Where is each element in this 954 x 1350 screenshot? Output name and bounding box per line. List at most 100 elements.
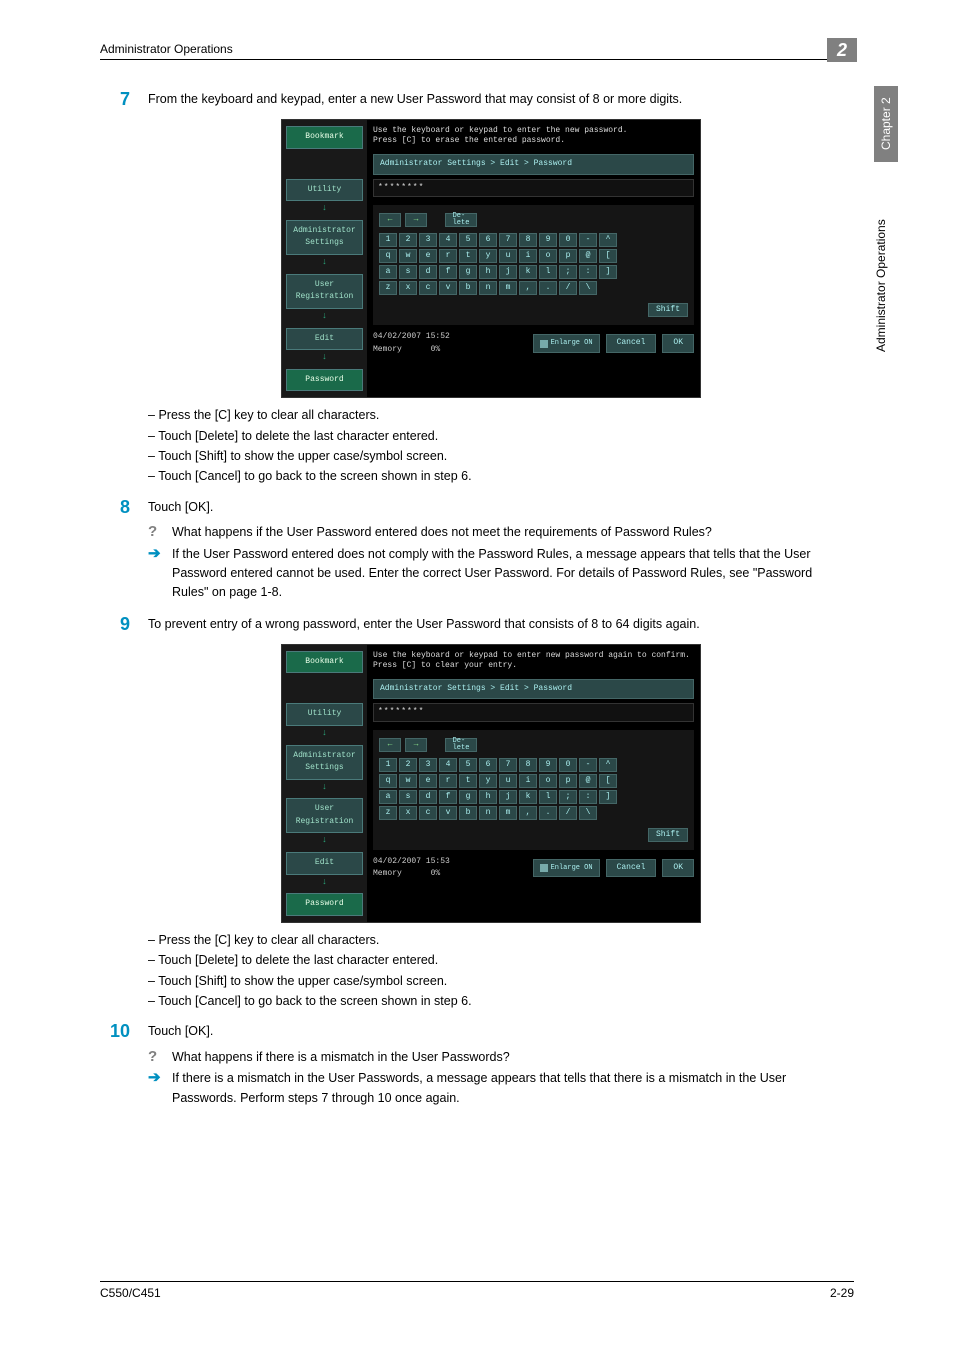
key[interactable]: ] bbox=[599, 265, 617, 279]
key[interactable]: 8 bbox=[519, 233, 537, 247]
key[interactable]: b bbox=[459, 281, 477, 295]
nav-admin-settings-button[interactable]: Administrator Settings bbox=[286, 745, 363, 780]
key[interactable]: f bbox=[439, 265, 457, 279]
delete-key[interactable]: De- lete bbox=[445, 738, 477, 752]
key[interactable]: w bbox=[399, 774, 417, 788]
key[interactable]: 6 bbox=[479, 233, 497, 247]
key[interactable]: 4 bbox=[439, 233, 457, 247]
cursor-right-key[interactable]: → bbox=[405, 213, 427, 227]
key[interactable]: 9 bbox=[539, 758, 557, 772]
key[interactable]: y bbox=[479, 774, 497, 788]
key[interactable]: 5 bbox=[459, 233, 477, 247]
key[interactable]: g bbox=[459, 265, 477, 279]
key[interactable]: \ bbox=[579, 281, 597, 295]
key[interactable]: a bbox=[379, 265, 397, 279]
key[interactable]: e bbox=[419, 249, 437, 263]
key[interactable]: : bbox=[579, 790, 597, 804]
key[interactable]: 7 bbox=[499, 758, 517, 772]
key[interactable]: a bbox=[379, 790, 397, 804]
key[interactable]: / bbox=[559, 281, 577, 295]
key[interactable]: j bbox=[499, 265, 517, 279]
key[interactable]: 2 bbox=[399, 758, 417, 772]
key[interactable]: 5 bbox=[459, 758, 477, 772]
nav-bookmark-button[interactable]: Bookmark bbox=[286, 126, 363, 148]
ok-button[interactable]: OK bbox=[662, 334, 694, 352]
nav-user-registration-button[interactable]: User Registration bbox=[286, 798, 363, 833]
key[interactable]: 1 bbox=[379, 233, 397, 247]
key[interactable]: \ bbox=[579, 806, 597, 820]
key[interactable]: q bbox=[379, 774, 397, 788]
shift-key[interactable]: Shift bbox=[648, 828, 688, 842]
nav-admin-settings-button[interactable]: Administrator Settings bbox=[286, 220, 363, 255]
nav-utility-button[interactable]: Utility bbox=[286, 703, 363, 725]
shift-key[interactable]: Shift bbox=[648, 303, 688, 317]
key[interactable]: , bbox=[519, 281, 537, 295]
nav-utility-button[interactable]: Utility bbox=[286, 179, 363, 201]
key[interactable]: k bbox=[519, 265, 537, 279]
key[interactable]: h bbox=[479, 790, 497, 804]
key[interactable]: ; bbox=[559, 790, 577, 804]
nav-edit-button[interactable]: Edit bbox=[286, 852, 363, 874]
key[interactable]: o bbox=[539, 249, 557, 263]
cursor-right-key[interactable]: → bbox=[405, 738, 427, 752]
key[interactable]: t bbox=[459, 774, 477, 788]
key[interactable]: p bbox=[559, 774, 577, 788]
key[interactable]: x bbox=[399, 806, 417, 820]
key[interactable]: - bbox=[579, 233, 597, 247]
key[interactable]: s bbox=[399, 265, 417, 279]
key[interactable]: p bbox=[559, 249, 577, 263]
key[interactable]: ^ bbox=[599, 758, 617, 772]
key[interactable]: n bbox=[479, 806, 497, 820]
key[interactable]: r bbox=[439, 249, 457, 263]
key[interactable]: m bbox=[499, 281, 517, 295]
password-input[interactable]: ******** bbox=[373, 179, 694, 197]
key[interactable]: w bbox=[399, 249, 417, 263]
key[interactable]: i bbox=[519, 774, 537, 788]
key[interactable]: / bbox=[559, 806, 577, 820]
key[interactable]: m bbox=[499, 806, 517, 820]
key[interactable]: u bbox=[499, 249, 517, 263]
delete-key[interactable]: De- lete bbox=[445, 213, 477, 227]
key[interactable]: 0 bbox=[559, 233, 577, 247]
key[interactable]: 7 bbox=[499, 233, 517, 247]
nav-password-button[interactable]: Password bbox=[286, 369, 363, 391]
key[interactable]: f bbox=[439, 790, 457, 804]
key[interactable]: z bbox=[379, 281, 397, 295]
key[interactable]: q bbox=[379, 249, 397, 263]
key[interactable]: 3 bbox=[419, 758, 437, 772]
nav-user-registration-button[interactable]: User Registration bbox=[286, 274, 363, 309]
key[interactable]: g bbox=[459, 790, 477, 804]
key[interactable]: , bbox=[519, 806, 537, 820]
key[interactable]: ; bbox=[559, 265, 577, 279]
key[interactable]: [ bbox=[599, 249, 617, 263]
key[interactable]: 2 bbox=[399, 233, 417, 247]
key[interactable]: n bbox=[479, 281, 497, 295]
password-input[interactable]: ******** bbox=[373, 703, 694, 721]
cursor-left-key[interactable]: ← bbox=[379, 213, 401, 227]
key[interactable]: s bbox=[399, 790, 417, 804]
key[interactable]: 9 bbox=[539, 233, 557, 247]
key[interactable]: c bbox=[419, 281, 437, 295]
key[interactable]: 0 bbox=[559, 758, 577, 772]
key[interactable]: @ bbox=[579, 249, 597, 263]
key[interactable]: e bbox=[419, 774, 437, 788]
key[interactable]: . bbox=[539, 281, 557, 295]
key[interactable]: 4 bbox=[439, 758, 457, 772]
key[interactable]: v bbox=[439, 806, 457, 820]
key[interactable]: d bbox=[419, 790, 437, 804]
key[interactable]: c bbox=[419, 806, 437, 820]
key[interactable]: [ bbox=[599, 774, 617, 788]
key[interactable]: 3 bbox=[419, 233, 437, 247]
nav-edit-button[interactable]: Edit bbox=[286, 328, 363, 350]
key[interactable]: x bbox=[399, 281, 417, 295]
key[interactable]: l bbox=[539, 265, 557, 279]
key[interactable]: ^ bbox=[599, 233, 617, 247]
cancel-button[interactable]: Cancel bbox=[606, 334, 657, 352]
key[interactable]: i bbox=[519, 249, 537, 263]
key[interactable]: t bbox=[459, 249, 477, 263]
enlarge-button[interactable]: Enlarge ON bbox=[533, 334, 600, 352]
key[interactable]: v bbox=[439, 281, 457, 295]
key[interactable]: l bbox=[539, 790, 557, 804]
ok-button[interactable]: OK bbox=[662, 859, 694, 877]
key[interactable]: h bbox=[479, 265, 497, 279]
